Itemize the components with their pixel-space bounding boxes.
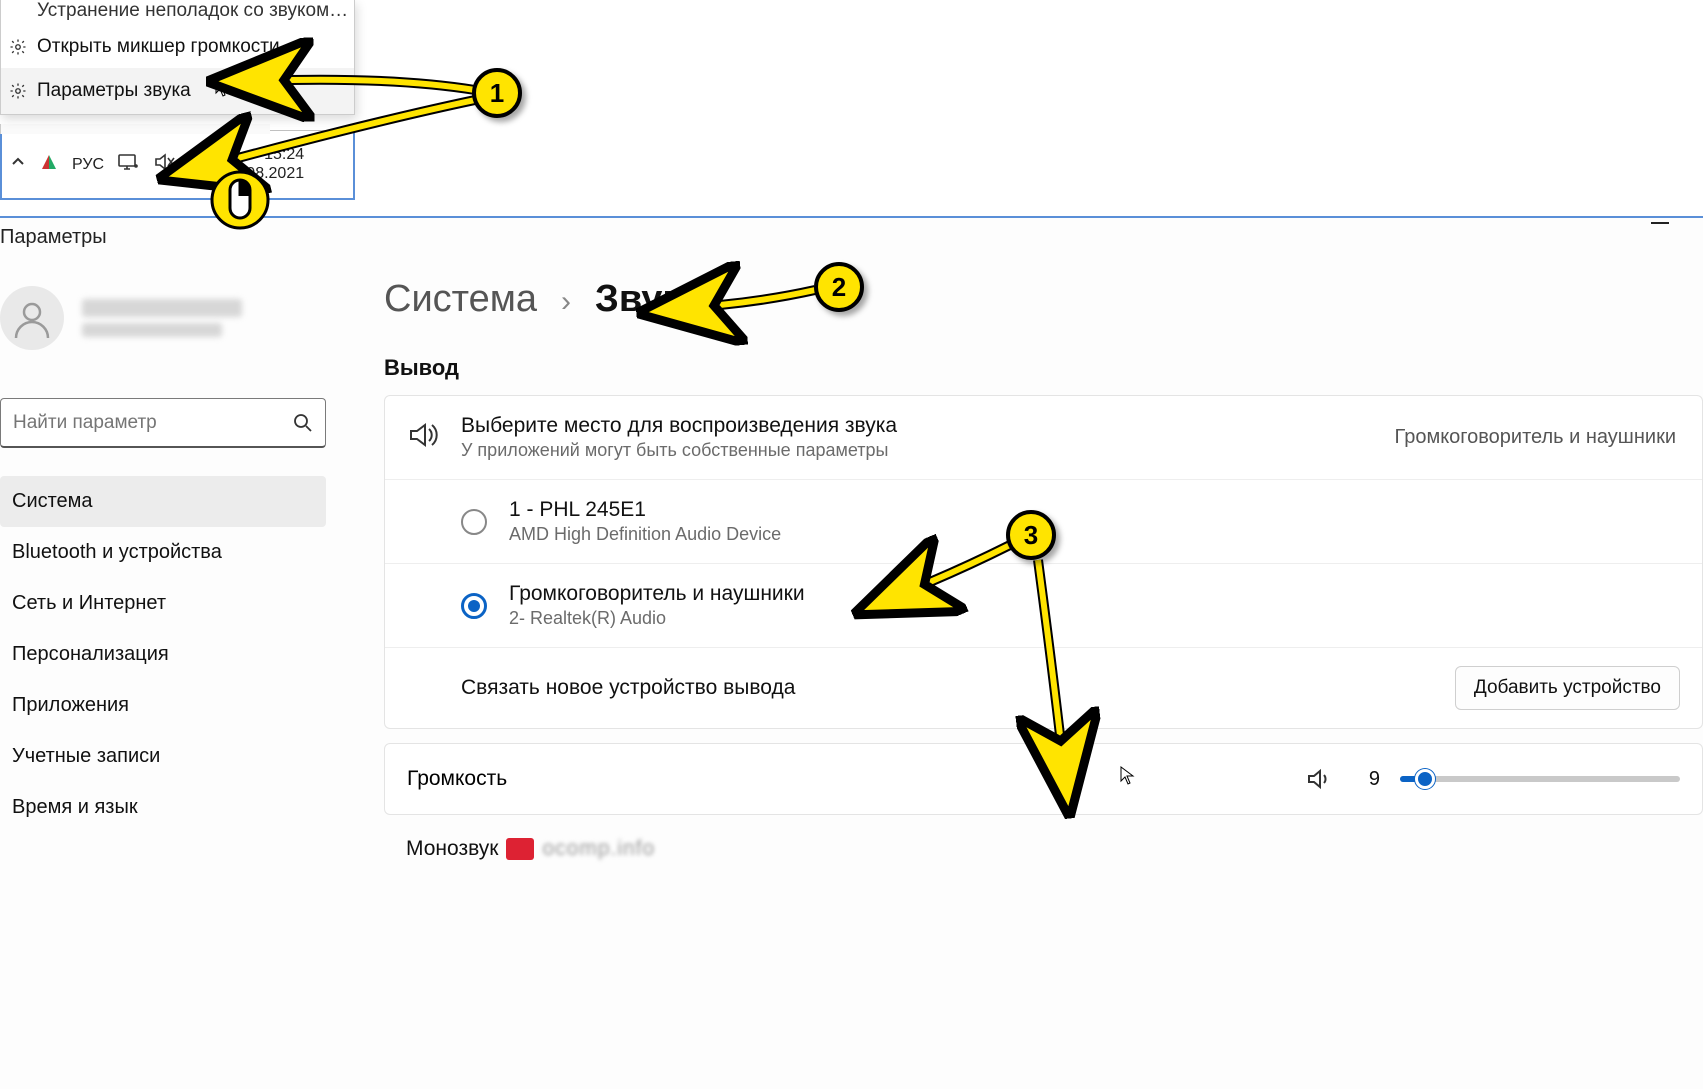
- context-item-open-mixer[interactable]: Открыть микшер громкости: [1, 26, 354, 68]
- gear-icon: [9, 82, 27, 100]
- nav-item-system[interactable]: Система: [0, 476, 326, 527]
- tray-network-icon[interactable]: [118, 153, 140, 176]
- output-current-value: Громкоговоритель и наушники: [1395, 426, 1677, 449]
- tray-battery-icon[interactable]: [190, 155, 210, 174]
- add-device-button[interactable]: Добавить устройство: [1455, 666, 1680, 710]
- output-header-row[interactable]: Выберите место для воспроизведения звука…: [385, 396, 1702, 479]
- tray-chevron-icon[interactable]: [10, 154, 26, 175]
- context-item-sound-settings[interactable]: Параметры звука: [1, 68, 354, 114]
- watermark-icon: [506, 838, 534, 860]
- annotation-badge-1: 1: [472, 68, 522, 118]
- profile-block[interactable]: [0, 286, 242, 350]
- settings-search[interactable]: [0, 398, 326, 448]
- radio-icon[interactable]: [461, 509, 487, 535]
- avatar: [0, 286, 64, 350]
- settings-window: Параметры Система Bluetooth и устройства…: [0, 216, 1703, 1089]
- nav-item-accounts[interactable]: Учетные записи: [0, 731, 326, 782]
- nav-item-bluetooth[interactable]: Bluetooth и устройства: [0, 527, 326, 578]
- breadcrumb-current: Звук: [595, 278, 681, 321]
- mouse-right-click-icon: [210, 170, 270, 230]
- volume-slider[interactable]: [1400, 776, 1680, 782]
- gear-icon: [9, 38, 27, 56]
- pair-label: Связать новое устройство вывода: [461, 676, 1433, 700]
- search-icon: [293, 413, 313, 433]
- tray-language[interactable]: РУС: [72, 156, 104, 174]
- nav-item-personalization[interactable]: Персонализация: [0, 629, 326, 680]
- output-subtitle: У приложений могут быть собственные пара…: [461, 440, 1373, 461]
- annotation-badge-3: 3: [1006, 510, 1056, 560]
- profile-name-blurred: [82, 294, 242, 342]
- nav-item-network[interactable]: Сеть и Интернет: [0, 578, 326, 629]
- tray-time: 15:24: [224, 146, 304, 164]
- device-name: 1 - PHL 245E1: [509, 498, 1680, 522]
- nav-item-time-language[interactable]: Время и язык: [0, 782, 326, 833]
- context-item-label: Устранение неполадок со звуком…: [37, 0, 348, 22]
- device-name: Громкоговоритель и наушники: [509, 582, 1680, 606]
- volume-icon[interactable]: [1306, 766, 1332, 792]
- device-sub: AMD High Definition Audio Device: [509, 524, 1680, 545]
- section-output-heading: Вывод: [384, 355, 1703, 381]
- breadcrumb: Система › Звук: [384, 278, 1703, 321]
- volume-label: Громкость: [407, 767, 1100, 791]
- tray-app-icon[interactable]: [40, 153, 58, 176]
- radio-selected-icon[interactable]: [461, 593, 487, 619]
- volume-value: 9: [1352, 768, 1380, 791]
- settings-nav: Система Bluetooth и устройства Сеть и Ин…: [0, 476, 326, 833]
- tray-sound-muted-icon[interactable]: [154, 153, 176, 176]
- output-device-card: Выберите место для воспроизведения звука…: [384, 395, 1703, 729]
- volume-card: Громкость 9: [384, 743, 1703, 815]
- mono-sound-row[interactable]: Монозвук ocomp.info: [384, 837, 1703, 861]
- watermark-text: ocomp.info: [542, 837, 655, 861]
- window-minimize-icon[interactable]: [1651, 222, 1669, 224]
- cursor-icon: [215, 78, 231, 104]
- nav-item-apps[interactable]: Приложения: [0, 680, 326, 731]
- device-sub: 2- Realtek(R) Audio: [509, 608, 1680, 629]
- sound-tray-context-menu: Устранение неполадок со звуком… Открыть …: [0, 0, 355, 115]
- taskbar: РУС 15:24 29.08.2021: [0, 130, 355, 200]
- speaker-icon: [407, 419, 439, 456]
- context-item-label: Открыть микшер громкости: [37, 36, 280, 58]
- window-title: Параметры: [0, 226, 107, 249]
- context-item-troubleshoot[interactable]: Устранение неполадок со звуком…: [1, 0, 354, 26]
- pair-device-row: Связать новое устройство вывода Добавить…: [385, 647, 1702, 728]
- breadcrumb-root[interactable]: Система: [384, 278, 537, 321]
- chevron-right-icon: ›: [561, 285, 571, 319]
- search-input[interactable]: [13, 412, 293, 434]
- cursor-icon: [1120, 766, 1136, 792]
- annotation-badge-2: 2: [814, 262, 864, 312]
- context-item-label: Параметры звука: [37, 80, 191, 102]
- device-option-2[interactable]: Громкоговоритель и наушники 2- Realtek(R…: [385, 563, 1702, 647]
- mono-label: Монозвук: [406, 837, 498, 861]
- output-title: Выберите место для воспроизведения звука: [461, 414, 1373, 438]
